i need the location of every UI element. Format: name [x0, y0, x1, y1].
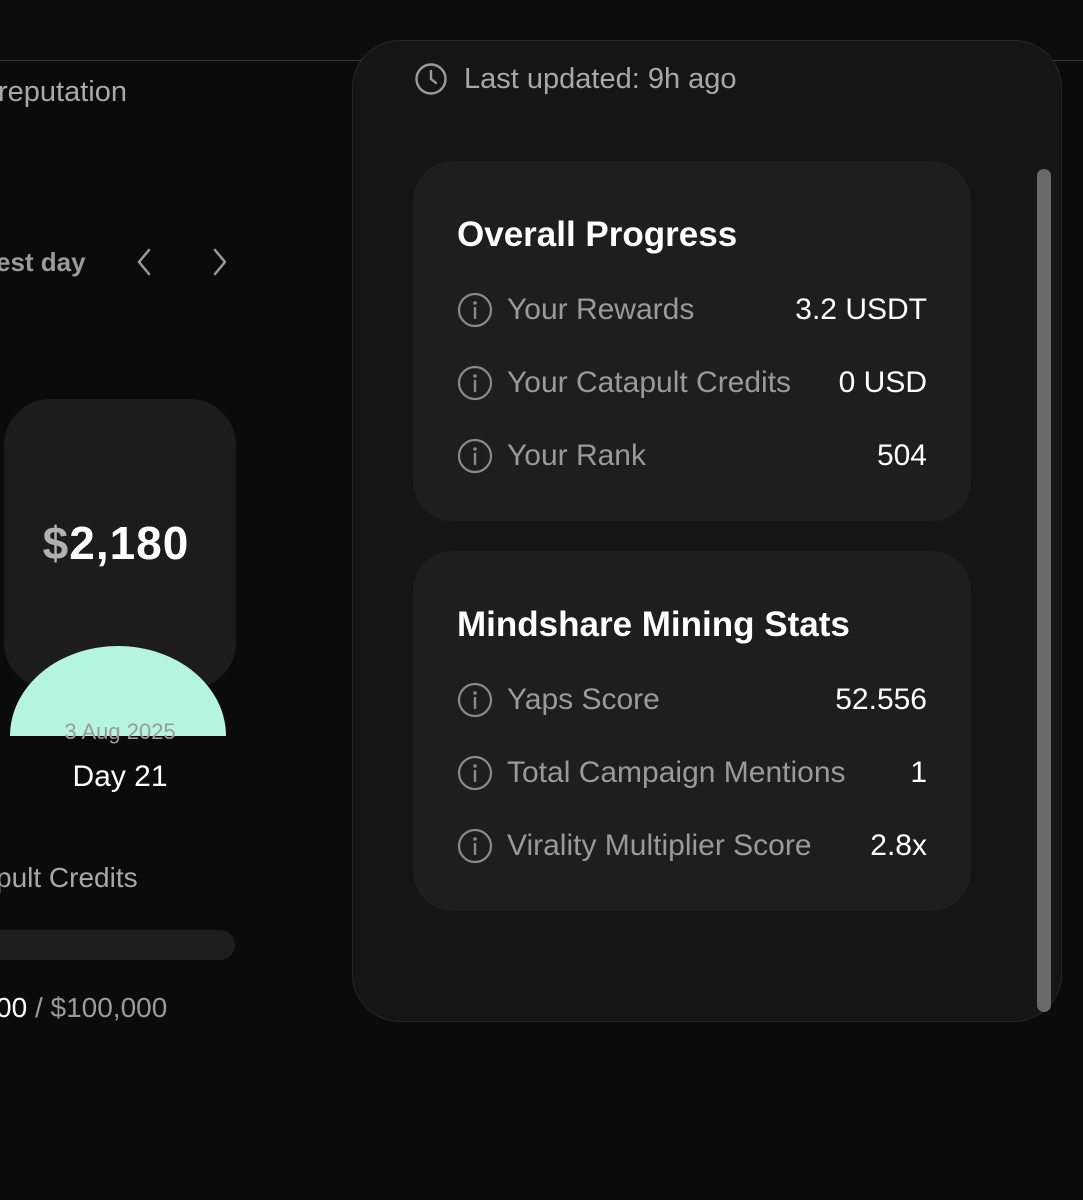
stat-row-rewards: Your Rewards 3.2 USDT [457, 288, 927, 332]
overall-progress-title: Overall Progress [457, 215, 738, 254]
stat-row-yaps-score: Yaps Score 52.556 [457, 678, 927, 722]
mindshare-stats-title: Mindshare Mining Stats [457, 605, 850, 644]
stat-value: 3.2 USDT [795, 293, 927, 326]
chevron-right-icon[interactable] [200, 242, 240, 282]
stat-value: 2.8x [870, 829, 927, 862]
credits-progress-bar [0, 930, 235, 960]
credits-separator: / [34, 992, 43, 1023]
last-updated-text: Last updated: 9h ago [464, 62, 737, 95]
prize-day: Day 21 [72, 760, 168, 793]
prize-amount: $2,180 [0, 516, 232, 570]
info-icon[interactable] [457, 292, 493, 328]
credits-values: 00 / $100,000 [0, 992, 167, 1024]
prize-currency: $ [42, 517, 70, 569]
info-icon[interactable] [457, 438, 493, 474]
day-navigator: est day [0, 242, 240, 282]
stat-label: Your Catapult Credits [507, 366, 792, 399]
stat-label: Your Rewards [507, 293, 695, 326]
stat-value: 1 [910, 756, 927, 789]
info-icon[interactable] [457, 682, 493, 718]
panel-scrollbar[interactable] [1037, 169, 1051, 1012]
day-nav-label[interactable]: est day [0, 247, 86, 278]
info-icon[interactable] [457, 755, 493, 791]
stat-label: Total Campaign Mentions [507, 756, 846, 789]
stat-row-rank: Your Rank 504 [457, 434, 927, 478]
credits-label: pult Credits [0, 862, 138, 893]
stat-label: Virality Multiplier Score [507, 829, 812, 862]
info-icon[interactable] [457, 828, 493, 864]
overall-progress-card: Overall Progress Your Rewards 3.2 USDT Y… [413, 161, 971, 521]
last-updated: Last updated: 9h ago [414, 62, 737, 96]
section-title: reputation [0, 76, 127, 108]
stat-label: Yaps Score [507, 683, 660, 716]
stat-row-campaign-mentions: Total Campaign Mentions 1 [457, 751, 927, 795]
prize-date: 3 Aug 2025 [64, 719, 176, 744]
stat-value: 504 [876, 439, 927, 472]
mindshare-stats-card: Mindshare Mining Stats Yaps Score 52.556… [413, 551, 971, 911]
clock-icon [415, 63, 447, 95]
stat-value: 52.556 [835, 683, 927, 716]
credits-current: 00 [0, 992, 28, 1023]
stat-row-virality-multiplier: Virality Multiplier Score 2.8x [457, 824, 927, 868]
stat-row-catapult-credits: Your Catapult Credits 0 USD [457, 361, 927, 405]
stat-value: 0 USD [838, 366, 927, 399]
info-icon[interactable] [457, 365, 493, 401]
stat-label: Your Rank [507, 439, 646, 472]
chevron-left-icon[interactable] [124, 242, 164, 282]
prize-value: 2,180 [69, 517, 190, 569]
credits-total: $100,000 [50, 992, 168, 1023]
